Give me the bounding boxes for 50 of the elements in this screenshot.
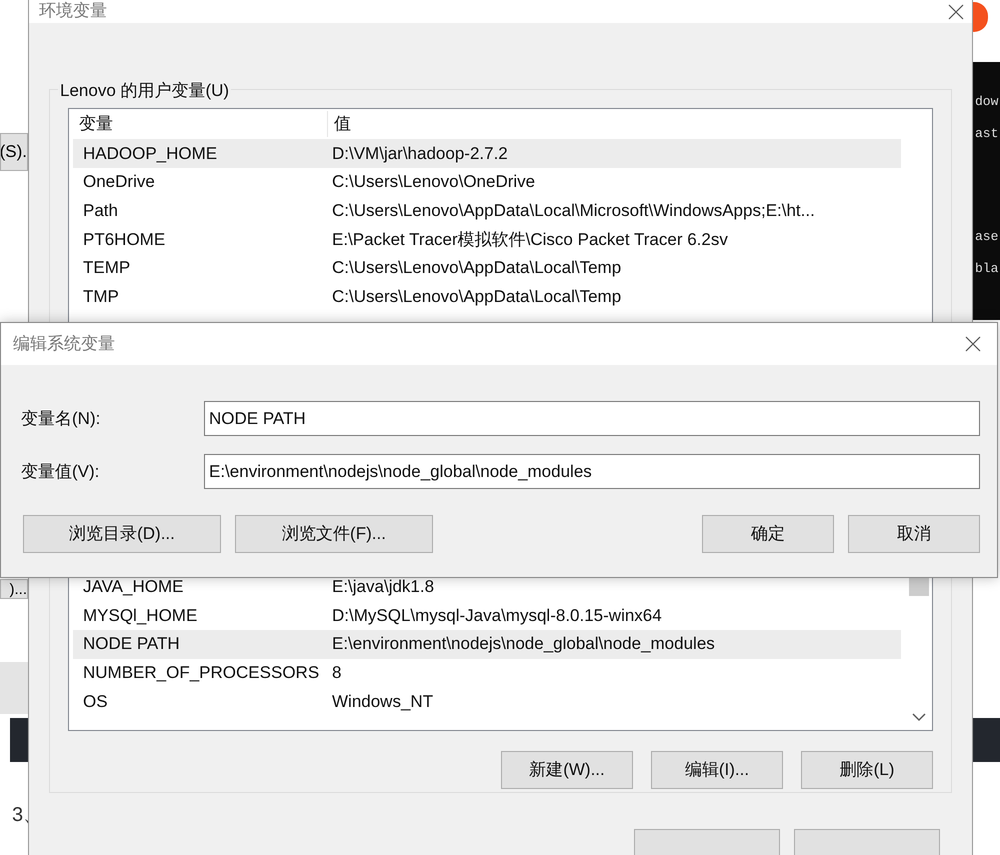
browse-button[interactable]: 浏览目录(D)...: [23, 515, 221, 553]
terminal-text: dow: [975, 93, 998, 111]
variable-name: PT6HOME: [82, 228, 166, 251]
list-action-button[interactable]: 编辑(I)...: [651, 750, 783, 789]
list-action-button[interactable]: 新建(W)...: [501, 750, 633, 789]
terminal-text: ase: [975, 228, 998, 246]
page-button[interactable]: (S).: [0, 133, 28, 171]
variable-name: TEMP: [82, 257, 132, 280]
window-title: 编辑系统变量: [13, 333, 115, 356]
variable-name: TMP: [82, 286, 120, 308]
page-bar: [10, 718, 28, 762]
scroll-down-icon[interactable]: [912, 712, 926, 722]
variable-name: NUMBER_OF_PROCESSORS: [82, 662, 320, 684]
list-row[interactable]: NODE PATH E:\environment\nodejs\node_global\node_modules: [73, 630, 901, 659]
variable-value: D:\MySQL\mysql-Java\mysql-8.0.15-winx64: [332, 604, 662, 627]
dialog-button[interactable]: 确定: [702, 515, 834, 553]
variable-value: C:\Users\Lenovo\AppData\Local\Temp: [332, 286, 622, 308]
variable-name: OneDrive: [82, 171, 156, 194]
variable-value: E:\environment\nodejs\node_global\node_modules: [332, 633, 715, 656]
variable-name: MYSQl_HOME: [82, 604, 198, 627]
page-bar: [973, 718, 1000, 762]
variable-name: OS: [82, 690, 109, 713]
window-title: 环境变量: [39, 0, 107, 22]
variable-value: D:\VM\jar\hadoop-2.7.2: [332, 142, 508, 165]
close-icon[interactable]: [948, 4, 964, 20]
variable-name: NODE PATH: [82, 633, 181, 656]
column-header[interactable]: 值: [328, 111, 351, 137]
input-field[interactable]: E:\environment\nodejs\node_global\node_modules: [204, 454, 980, 489]
variable-name: Path: [82, 200, 119, 222]
variable-name: HADOOP_HOME: [82, 142, 218, 165]
close-icon[interactable]: [965, 336, 981, 352]
list-action-button[interactable]: 删除(L): [801, 750, 933, 789]
variable-value: C:\Users\Lenovo\AppData\Local\Temp: [332, 257, 622, 280]
variable-name: JAVA_HOME: [82, 576, 184, 598]
variable-value: C:\Users\Lenovo\AppData\Local\Microsoft\WindowsApps;E:\ht...: [332, 200, 815, 222]
field-label: 变量值(V):: [21, 460, 100, 483]
variable-value: C:\Users\Lenovo\OneDrive: [332, 171, 536, 194]
variable-value: E:\java\jdk1.8: [332, 576, 434, 598]
terminal-text: ast: [975, 125, 998, 143]
variable-value: E:\Packet Tracer模拟软件\Cisco Packet Tracer 6.2sv: [332, 228, 728, 251]
variable-value: 8: [332, 662, 342, 684]
field-label: 变量名(N):: [21, 408, 102, 430]
terminal-text: bla: [975, 260, 998, 278]
browse-button[interactable]: 浏览文件(F)...: [235, 515, 433, 553]
variable-value: Windows_NT: [332, 690, 434, 713]
list-row[interactable]: HADOOP_HOME D:\VM\jar\hadoop-2.7.2: [73, 139, 901, 168]
dialog-button[interactable]: 取消: [848, 515, 980, 553]
input-field[interactable]: NODE PATH: [204, 401, 980, 436]
page-button[interactable]: )...: [0, 579, 28, 599]
column-header[interactable]: 变量: [69, 111, 328, 137]
